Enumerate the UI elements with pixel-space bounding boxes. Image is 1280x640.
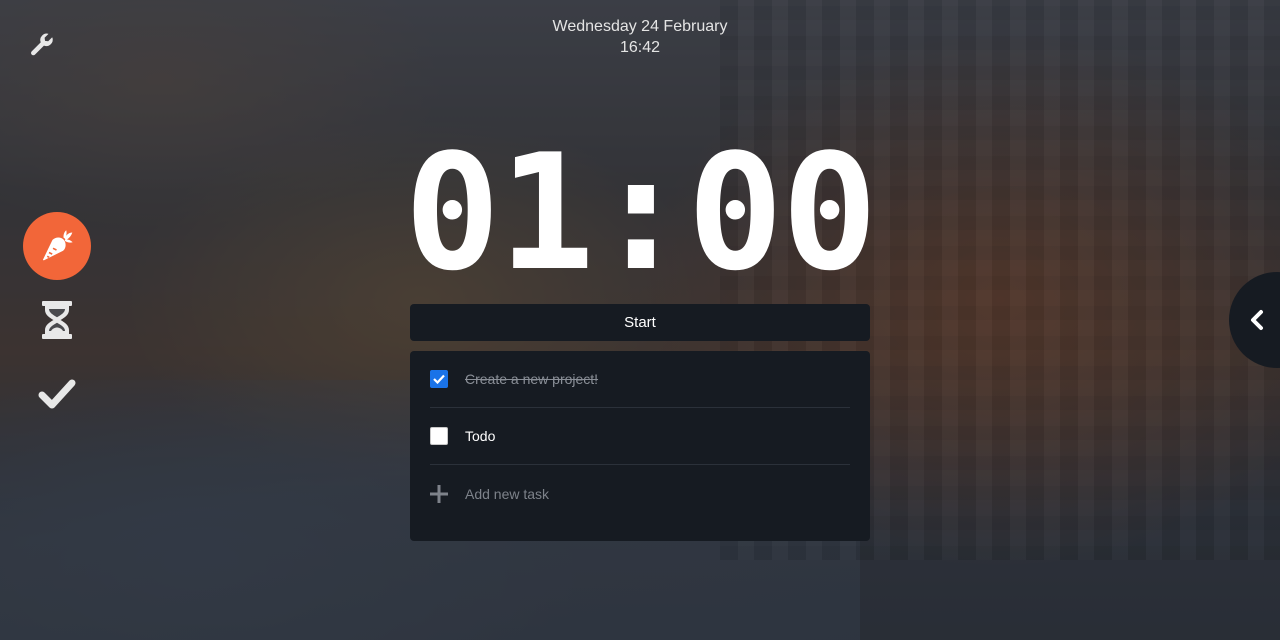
datetime: Wednesday 24 February 16:42	[440, 16, 840, 58]
wrench-icon	[31, 33, 53, 56]
add-task-row	[430, 465, 850, 522]
timer-mode-button[interactable]	[37, 298, 77, 342]
task-list: Create a new project! Todo	[410, 351, 870, 541]
task-item: Create a new project!	[430, 351, 850, 408]
current-time: 16:42	[619, 39, 661, 56]
task-checkbox-checked[interactable]	[430, 370, 448, 388]
chevron-left-icon	[1251, 310, 1263, 330]
task-item: Todo	[430, 408, 850, 465]
add-task-input[interactable]	[465, 485, 765, 502]
task-checkbox[interactable]	[430, 427, 448, 445]
carrot-icon	[42, 230, 73, 261]
task-label: Todo	[465, 428, 496, 444]
start-button[interactable]: Start	[410, 304, 870, 341]
settings-button[interactable]	[26, 28, 58, 60]
current-date: Wednesday 24 February	[552, 18, 728, 35]
checkmark-icon	[433, 374, 445, 384]
tasks-mode-button[interactable]	[35, 372, 79, 416]
checkmark-icon	[38, 379, 76, 409]
timer-display: 01:00	[404, 119, 878, 306]
plus-icon[interactable]	[430, 484, 448, 503]
task-label: Create a new project!	[465, 371, 599, 387]
hourglass-icon	[42, 301, 72, 339]
pomodoro-mode-button[interactable]	[23, 212, 91, 280]
